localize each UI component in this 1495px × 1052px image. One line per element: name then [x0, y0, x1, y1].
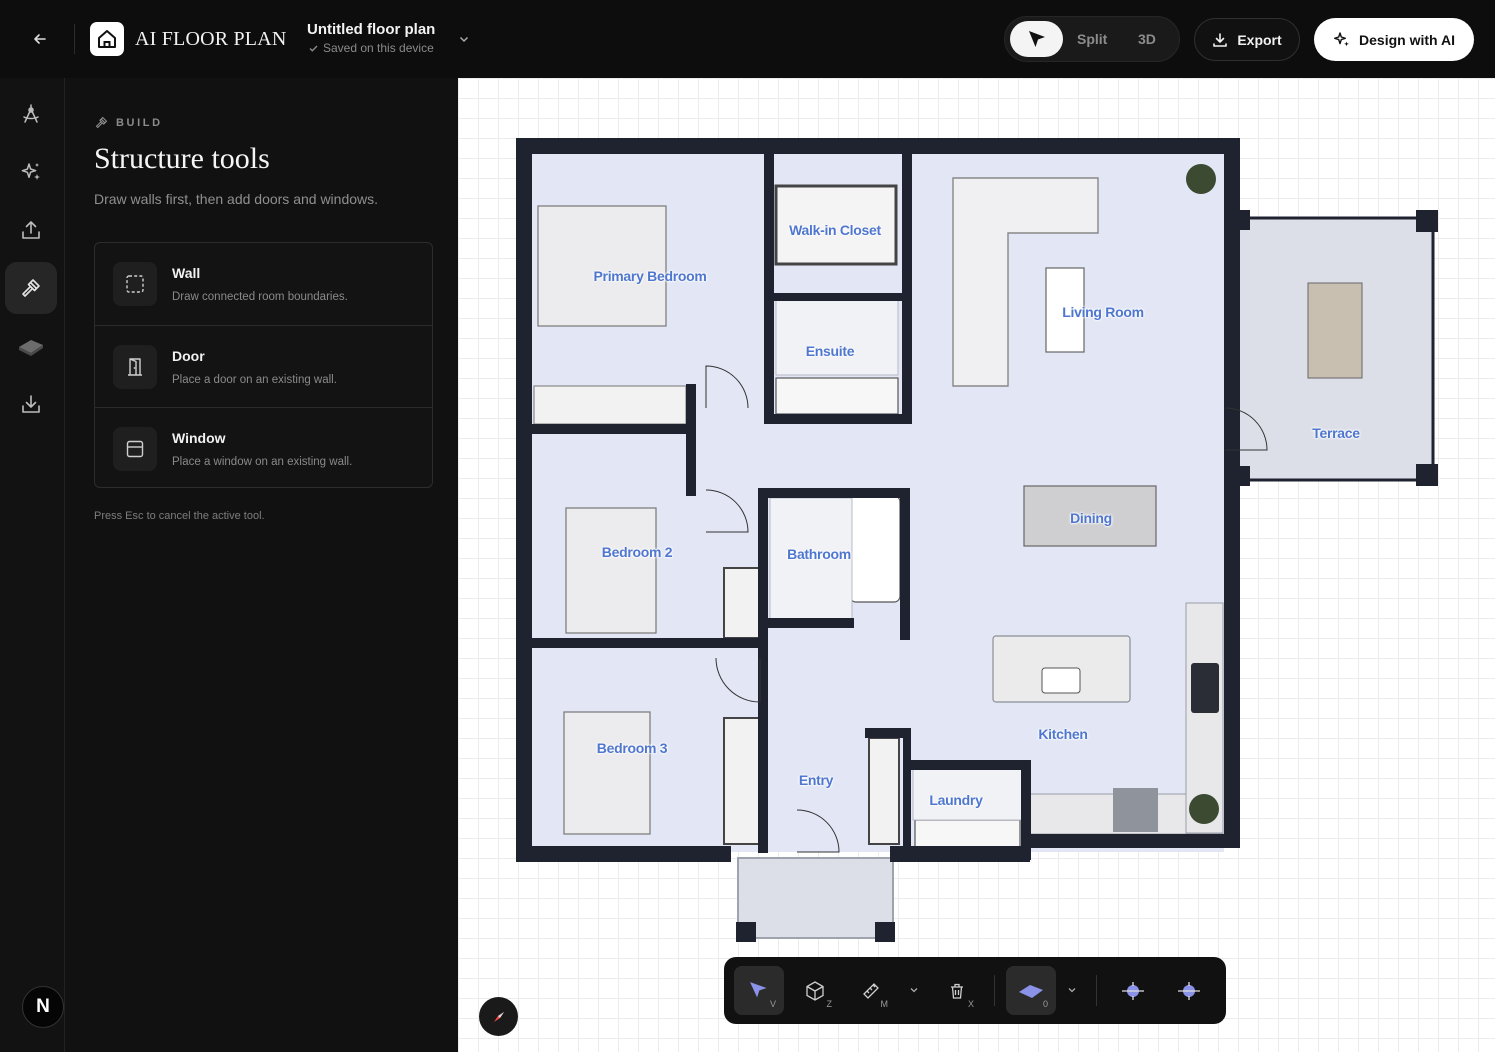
layer-plane-icon: [1019, 984, 1043, 998]
tool-name: Wall: [172, 265, 201, 281]
room-label[interactable]: Terrace: [1312, 425, 1360, 441]
room-label[interactable]: Primary Bedroom: [594, 268, 707, 284]
select-tool-button[interactable]: V: [734, 966, 784, 1015]
orbit-icon: [1178, 981, 1200, 1000]
sparkles-icon: [1334, 31, 1349, 46]
panel-title: Structure tools: [94, 142, 270, 175]
home-logo-icon[interactable]: [90, 22, 124, 56]
cursor-icon: [1028, 31, 1045, 47]
export-button[interactable]: Export: [1194, 18, 1300, 61]
chevron-down-icon[interactable]: [1065, 983, 1079, 997]
sparkles-icon[interactable]: [5, 146, 57, 198]
floor-plan-drawing[interactable]: [458, 78, 1495, 1052]
room-label[interactable]: Ensuite: [806, 343, 855, 359]
view-orbit-right-button[interactable]: [1164, 966, 1214, 1015]
door-icon: [113, 345, 157, 389]
tool-desc: Place a window on an existing wall.: [172, 456, 353, 468]
shortcut-key: Z: [826, 999, 833, 1009]
window-icon: [113, 427, 157, 471]
shortcut-key: X: [967, 999, 974, 1009]
left-rail: [0, 78, 65, 1052]
view-3d-button[interactable]: 3D: [1138, 31, 1156, 47]
back-arrow-icon[interactable]: [28, 27, 52, 51]
room-label[interactable]: Kitchen: [1038, 726, 1088, 742]
shortcut-key: M: [880, 999, 889, 1009]
draw-tools-icon[interactable]: [5, 88, 57, 140]
kicker-text: BUILD: [116, 116, 163, 129]
trash-icon: [951, 983, 963, 999]
zoom-tool-button[interactable]: Z: [790, 966, 840, 1015]
panel-subtitle: Draw walls first, then add doors and win…: [94, 191, 379, 207]
view-orbit-left-button[interactable]: [1108, 966, 1158, 1015]
bottom-toolbar: V Z M X 0: [724, 957, 1226, 1024]
measure-tool-button[interactable]: M: [846, 966, 896, 1015]
floor-level-button[interactable]: 0: [1006, 966, 1056, 1015]
delete-tool-button[interactable]: X: [932, 966, 982, 1015]
view-mode-toggle: Split 3D: [1004, 16, 1180, 62]
save-status-text: Saved on this device: [323, 41, 434, 55]
download-icon: [1213, 32, 1228, 47]
app-name: AI FLOOR PLAN: [135, 28, 287, 50]
escape-hint: Press Esc to cancel the active tool.: [94, 510, 265, 522]
tool-desc: Draw connected room boundaries.: [172, 291, 348, 303]
orbit-icon: [1122, 981, 1144, 1000]
divider: [1096, 975, 1097, 1006]
chevron-down-icon[interactable]: [907, 983, 921, 997]
view-split-button[interactable]: Split: [1077, 31, 1107, 47]
room-label[interactable]: Bedroom 3: [597, 740, 668, 756]
design-with-ai-button[interactable]: Design with AI: [1314, 18, 1474, 61]
chevron-down-icon[interactable]: [456, 31, 472, 47]
room-label[interactable]: Laundry: [929, 792, 982, 808]
cube-icon: [806, 980, 824, 1001]
wall-tool[interactable]: Wall Draw connected room boundaries.: [95, 243, 432, 325]
room-label[interactable]: Entry: [799, 772, 834, 788]
user-avatar[interactable]: N: [22, 986, 64, 1028]
structure-panel: BUILD Structure tools Draw walls first, …: [66, 78, 458, 1052]
room-label[interactable]: Walk-in Closet: [789, 222, 881, 238]
floor-plan-canvas[interactable]: Walk-in Closet Primary Bedroom Living Ro…: [458, 78, 1495, 1052]
export-label: Export: [1237, 31, 1282, 48]
download-icon[interactable]: [5, 378, 57, 430]
section-kicker: BUILD: [94, 115, 163, 130]
hammer-icon: [95, 116, 108, 129]
material-icon[interactable]: [5, 320, 57, 372]
tool-name: Door: [172, 348, 205, 364]
shortcut-key: V: [769, 999, 776, 1009]
tool-list: Wall Draw connected room boundaries. Doo…: [94, 242, 433, 488]
floor-level-value: 0: [1042, 999, 1048, 1009]
ai-label: Design with AI: [1359, 31, 1455, 48]
room-label[interactable]: Living Room: [1062, 304, 1144, 320]
top-bar: AI FLOOR PLAN Untitled floor plan Saved …: [0, 0, 1495, 78]
document-title[interactable]: Untitled floor plan: [307, 21, 435, 38]
ruler-icon: [863, 982, 879, 999]
check-icon: [309, 45, 318, 52]
room-label[interactable]: Bedroom 2: [602, 544, 673, 560]
compass-icon[interactable]: [479, 997, 518, 1036]
divider: [994, 975, 995, 1006]
view-plan-button[interactable]: [1010, 21, 1063, 57]
door-tool[interactable]: Door Place a door on an existing wall.: [95, 325, 432, 407]
save-status: Saved on this device: [308, 41, 434, 55]
room-label[interactable]: Bathroom: [787, 546, 851, 562]
window-tool[interactable]: Window Place a window on an existing wal…: [95, 407, 432, 489]
wall-dashed-square-icon: [113, 262, 157, 306]
tool-name: Window: [172, 430, 226, 446]
upload-icon[interactable]: [5, 204, 57, 256]
divider: [74, 24, 75, 54]
cursor-icon: [750, 981, 767, 997]
room-label[interactable]: Dining: [1070, 510, 1112, 526]
tool-desc: Place a door on an existing wall.: [172, 374, 337, 386]
hammer-icon[interactable]: [5, 262, 57, 314]
